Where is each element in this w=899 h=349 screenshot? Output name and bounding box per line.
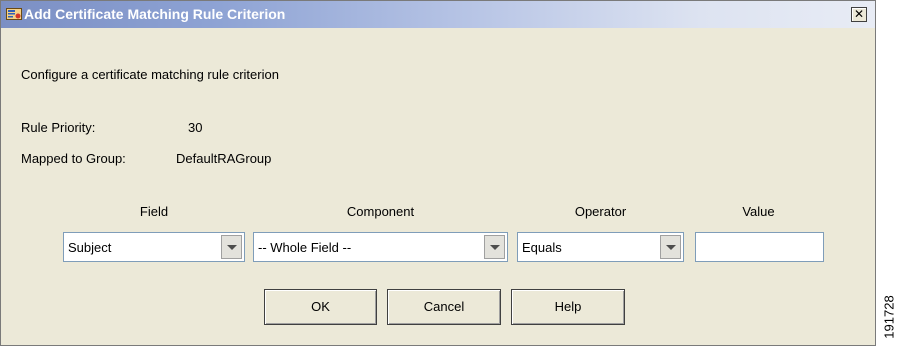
ok-button[interactable]: OK [264, 289, 377, 325]
component-header: Component [346, 204, 415, 219]
chevron-down-icon[interactable] [660, 235, 681, 259]
dialog-title: Add Certificate Matching Rule Criterion [24, 6, 286, 22]
mapped-group-label: Mapped to Group: [21, 151, 126, 166]
value-input[interactable] [695, 232, 824, 262]
certificate-icon [6, 8, 22, 20]
component-select[interactable]: -- Whole Field -- [253, 232, 508, 262]
rule-priority-value: 30 [188, 120, 203, 135]
field-select[interactable]: Subject [63, 232, 245, 262]
help-button[interactable]: Help [511, 289, 625, 325]
component-select-value: -- Whole Field -- [258, 240, 352, 255]
field-select-value: Subject [68, 240, 112, 255]
rule-priority-label: Rule Priority: [21, 120, 96, 135]
operator-select[interactable]: Equals [517, 232, 684, 262]
close-icon: ✕ [853, 7, 865, 21]
chevron-down-icon[interactable] [221, 235, 242, 259]
figure-id: 191728 [879, 287, 899, 347]
figure-id-text: 191728 [881, 295, 897, 339]
title-bar[interactable]: Add Certificate Matching Rule Criterion … [1, 1, 875, 28]
value-header: Value [742, 204, 775, 219]
dialog-window: Add Certificate Matching Rule Criterion … [0, 0, 876, 346]
dialog-description: Configure a certificate matching rule cr… [21, 67, 279, 82]
cancel-button[interactable]: Cancel [387, 289, 501, 325]
close-button[interactable]: ✕ [851, 7, 867, 22]
operator-header: Operator [574, 204, 627, 219]
operator-select-value: Equals [522, 240, 562, 255]
field-header: Field [139, 204, 169, 219]
mapped-group-value: DefaultRAGroup [176, 151, 272, 166]
chevron-down-icon[interactable] [484, 235, 505, 259]
